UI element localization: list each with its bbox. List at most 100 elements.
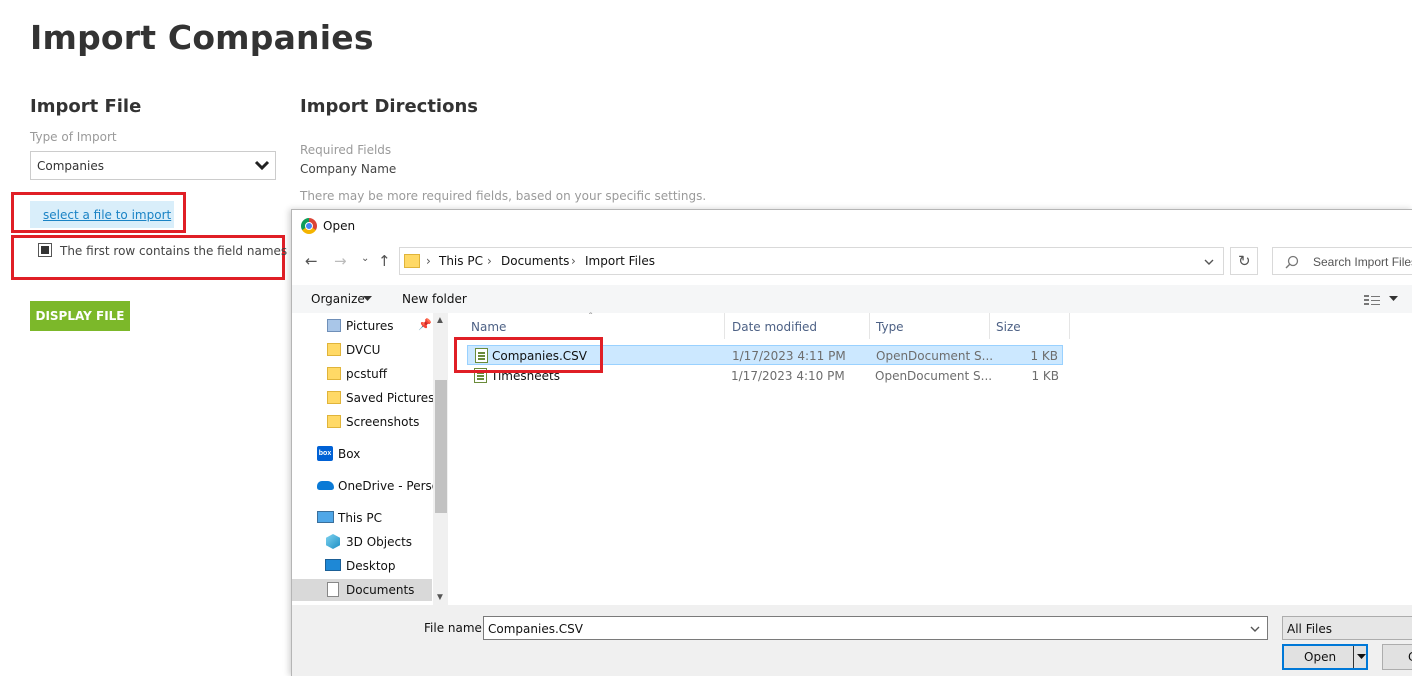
column-separator[interactable]: [869, 313, 870, 339]
cancel-button-label: C: [1408, 650, 1412, 664]
forward-arrow-icon[interactable]: →: [334, 252, 347, 270]
breadcrumb-separator-icon: ›: [426, 254, 431, 268]
address-dropdown-icon[interactable]: [1203, 257, 1215, 267]
chevron-down-icon[interactable]: [1249, 625, 1261, 635]
type-of-import-value: Companies: [37, 159, 104, 173]
organize-dropdown-icon: [363, 296, 372, 301]
organize-button[interactable]: Organize: [311, 292, 365, 306]
file-date: 1/17/2023 4:10 PM: [731, 369, 845, 383]
folder-icon: [327, 391, 341, 404]
file-size: 1 KB: [1030, 349, 1058, 363]
chrome-icon: [301, 218, 317, 234]
file-name-label: File name:: [424, 621, 486, 635]
file-type-select[interactable]: All Files: [1282, 616, 1412, 640]
search-icon: [1285, 255, 1299, 269]
refresh-button[interactable]: ↻: [1230, 247, 1258, 275]
split-divider: [1353, 646, 1354, 668]
onedrive-icon: [317, 481, 334, 490]
file-type-value: All Files: [1287, 622, 1333, 636]
view-dropdown-icon[interactable]: [1389, 296, 1398, 302]
required-fields-value: Company Name: [300, 162, 397, 176]
nav-item-screenshots[interactable]: Screenshots: [292, 411, 432, 433]
nav-item-label: pcstuff: [346, 367, 388, 381]
nav-scroll-thumb[interactable]: [435, 380, 447, 513]
file-name-value: Companies.CSV: [488, 622, 583, 636]
type-of-import-select[interactable]: Companies: [30, 151, 276, 180]
nav-item-label: Desktop: [346, 559, 396, 573]
import-directions-heading: Import Directions: [300, 96, 478, 117]
required-fields-label: Required Fields: [300, 143, 392, 157]
file-date: 1/17/2023 4:11 PM: [732, 349, 846, 363]
scroll-down-icon[interactable]: ▼: [435, 592, 445, 603]
column-separator[interactable]: [1069, 313, 1070, 339]
search-placeholder: Search Import Files: [1313, 255, 1412, 269]
column-name[interactable]: Name: [471, 320, 506, 334]
desktop-icon: [325, 559, 341, 571]
cancel-button[interactable]: C: [1382, 644, 1412, 670]
nav-item-label: Saved Pictures: [346, 391, 435, 405]
nav-item-onedrive[interactable]: OneDrive - Persor: [292, 475, 444, 497]
breadcrumb-import-files[interactable]: Import Files: [585, 254, 655, 268]
file-size: 1 KB: [1031, 369, 1059, 383]
chevron-down-icon: [254, 160, 270, 171]
first-row-checkbox[interactable]: [38, 243, 52, 257]
dialog-toolbar: Organize New folder: [292, 285, 1412, 313]
back-arrow-icon[interactable]: ←: [305, 252, 318, 270]
pictures-folder-icon: [327, 319, 341, 332]
import-file-heading: Import File: [30, 96, 142, 117]
open-dropdown-icon[interactable]: [1357, 654, 1366, 660]
new-folder-button[interactable]: New folder: [402, 292, 467, 306]
scroll-up-icon[interactable]: ▲: [435, 315, 445, 326]
refresh-icon: ↻: [1238, 253, 1251, 270]
nav-item-label: DVCU: [346, 343, 381, 357]
breadcrumb-separator-icon: ›: [571, 254, 576, 268]
select-file-button[interactable]: select a file to import: [30, 201, 174, 228]
search-box[interactable]: Search Import Files: [1272, 247, 1412, 275]
nav-item-3d-objects[interactable]: 3D Objects: [292, 531, 432, 553]
column-type[interactable]: Type: [876, 320, 904, 334]
folder-icon: [327, 415, 341, 428]
breadcrumb-separator-icon: ›: [487, 254, 492, 268]
folder-icon: [327, 367, 341, 380]
pin-icon: 📌: [418, 319, 432, 331]
sort-ascending-icon: ˆ: [589, 312, 593, 323]
select-file-link[interactable]: select a file to import: [43, 208, 171, 222]
nav-item-pcstuff[interactable]: pcstuff: [292, 363, 432, 385]
file-name-input[interactable]: Companies.CSV: [483, 616, 1268, 640]
directions-note: There may be more required fields, based…: [300, 189, 707, 203]
open-button[interactable]: Open: [1282, 644, 1368, 670]
nav-item-desktop[interactable]: Desktop: [292, 555, 432, 577]
folder-icon: [404, 254, 420, 268]
display-file-button[interactable]: DISPLAY FILE: [30, 301, 130, 331]
type-of-import-label: Type of Import: [30, 130, 117, 144]
breadcrumb-documents[interactable]: Documents: [501, 254, 569, 268]
nav-item-label: This PC: [338, 511, 382, 525]
navigation-pane: Pictures 📌 DVCU pcstuff Saved Pictures S…: [292, 313, 449, 605]
address-bar[interactable]: › This PC › Documents › Import Files: [399, 247, 1224, 275]
nav-item-documents[interactable]: Documents: [292, 579, 432, 601]
nav-item-label: OneDrive - Persor: [338, 479, 445, 493]
folder-icon: [327, 343, 341, 356]
nav-item-box[interactable]: box Box: [292, 443, 432, 465]
column-separator[interactable]: [989, 313, 990, 339]
column-separator[interactable]: [724, 313, 725, 339]
page-title: Import Companies: [30, 18, 374, 57]
up-arrow-icon[interactable]: ↑: [378, 252, 391, 270]
nav-item-saved-pictures[interactable]: Saved Pictures: [292, 387, 435, 409]
column-size[interactable]: Size: [996, 320, 1021, 334]
view-options-icon[interactable]: [1364, 294, 1380, 305]
nav-item-this-pc[interactable]: This PC: [292, 507, 432, 529]
box-icon: box: [317, 446, 333, 461]
nav-item-dvcu[interactable]: DVCU: [292, 339, 432, 361]
file-type: OpenDocument S...: [875, 369, 993, 383]
breadcrumb-this-pc[interactable]: This PC: [439, 254, 483, 268]
nav-item-label: Screenshots: [346, 415, 420, 429]
nav-item-pictures[interactable]: Pictures 📌: [292, 315, 432, 337]
nav-item-label: Documents: [346, 583, 415, 597]
column-date-modified[interactable]: Date modified: [732, 320, 817, 334]
open-file-dialog: Open ← → ⌄ ↑ › This PC › Documents › Imp…: [291, 209, 1412, 676]
recent-locations-chevron-icon[interactable]: ⌄: [361, 253, 369, 264]
nav-item-label: Box: [338, 447, 361, 461]
first-row-label: The first row contains the field names: [60, 244, 288, 258]
pc-icon: [317, 511, 334, 523]
